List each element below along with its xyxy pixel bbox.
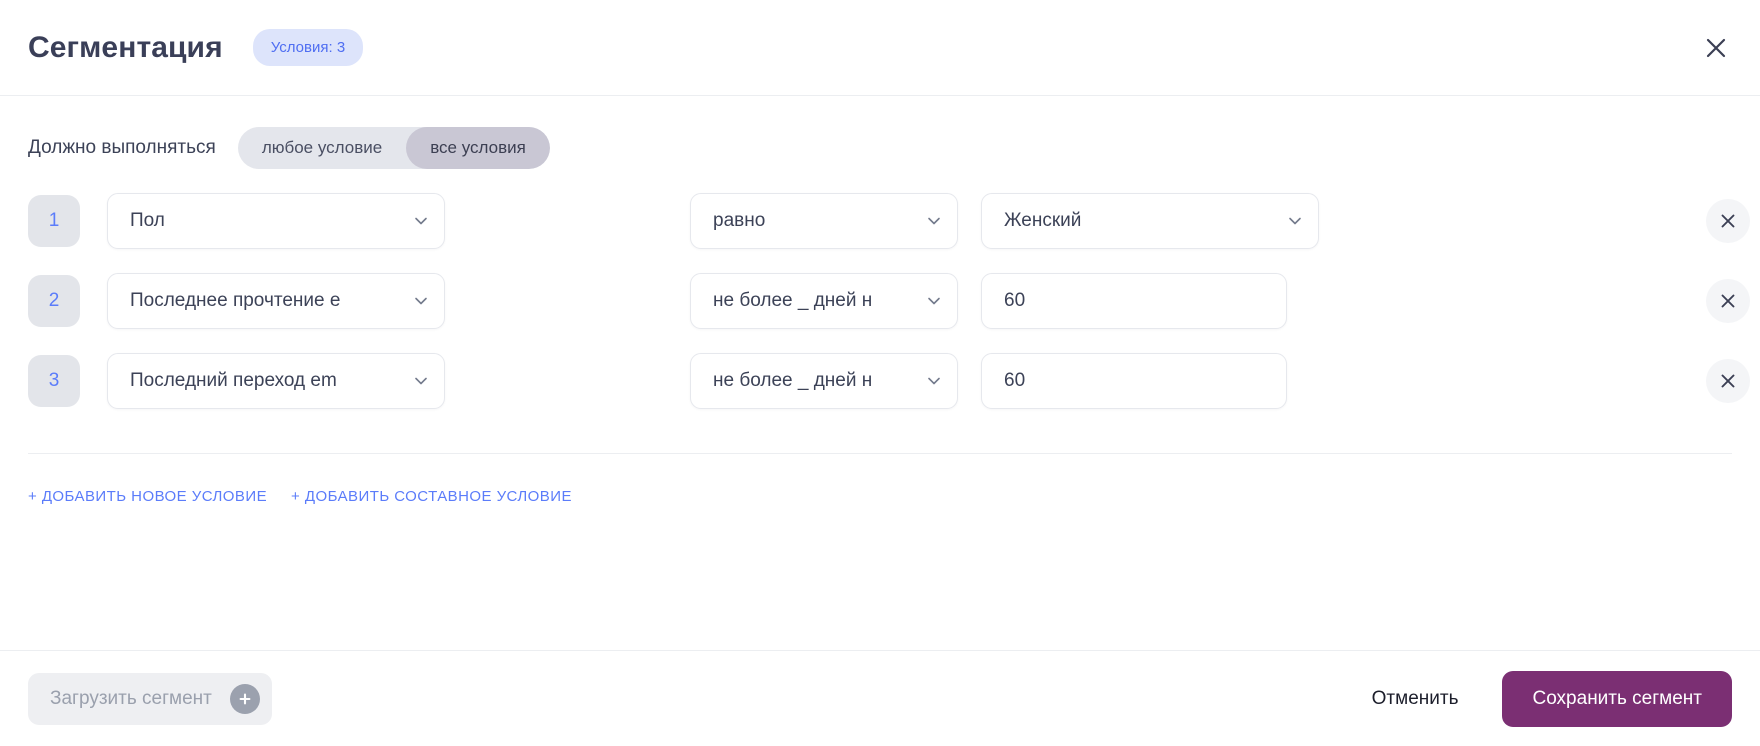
match-mode-toggle[interactable]: любое условие все условия: [237, 127, 550, 169]
close-icon[interactable]: [1696, 28, 1736, 68]
segmentation-modal: Сегментация Условия: 3 Должно выполнятьс…: [0, 0, 1760, 746]
condition-index: 3: [28, 355, 80, 407]
load-segment-button[interactable]: Загрузить сегмент: [28, 672, 272, 725]
condition-value-input[interactable]: 60: [981, 273, 1287, 329]
condition-index: 2: [28, 275, 80, 327]
chevron-down-icon: [925, 372, 943, 390]
modal-footer: Загрузить сегмент Отменить Сохранить сег…: [0, 650, 1760, 746]
condition-index: 1: [28, 195, 80, 247]
conditions-list: 1 Пол равно Женский 2 Последнее прочтени…: [28, 192, 1750, 410]
condition-attribute-value: Последний переход em: [130, 370, 337, 391]
conditions-count-badge: Условия: 3: [252, 29, 364, 66]
match-mode-option-any[interactable]: любое условие: [238, 127, 406, 169]
remove-condition-button[interactable]: [1706, 279, 1750, 323]
add-composite-condition-link[interactable]: + Добавить составное условие: [291, 488, 572, 505]
condition-operator-select[interactable]: не более _ дней н: [690, 353, 958, 409]
chevron-down-icon: [925, 212, 943, 230]
condition-value: 60: [1004, 370, 1026, 391]
plus-icon: [229, 683, 260, 714]
condition-attribute-select[interactable]: Последнее прочтение е: [107, 273, 445, 329]
modal-body: Должно выполняться любое условие все усл…: [0, 96, 1760, 650]
condition-attribute-select[interactable]: Последний переход em: [107, 353, 445, 409]
condition-operator-value: равно: [713, 210, 766, 231]
modal-header: Сегментация Условия: 3: [0, 0, 1760, 96]
load-segment-label: Загрузить сегмент: [50, 687, 212, 709]
chevron-down-icon: [412, 372, 430, 390]
add-new-condition-link[interactable]: + Добавить новое условие: [28, 488, 267, 505]
condition-operator-value: не более _ дней н: [713, 290, 873, 311]
chevron-down-icon: [412, 292, 430, 310]
condition-operator-select[interactable]: равно: [690, 193, 958, 249]
condition-attribute-select[interactable]: Пол: [107, 193, 445, 249]
condition-value-select[interactable]: Женский: [981, 193, 1319, 249]
condition-value: Женский: [1004, 210, 1082, 231]
match-mode-label: Должно выполняться: [28, 137, 216, 158]
cancel-button[interactable]: Отменить: [1354, 676, 1477, 722]
remove-condition-button[interactable]: [1706, 199, 1750, 243]
condition-row: 3 Последний переход em не более _ дней н: [28, 352, 1750, 410]
chevron-down-icon: [925, 292, 943, 310]
footer-actions: Отменить Сохранить сегмент: [1354, 670, 1732, 727]
save-segment-button[interactable]: Сохранить сегмент: [1502, 670, 1732, 727]
remove-condition-button[interactable]: [1706, 359, 1750, 403]
add-condition-links: + Добавить новое условие + Добавить сост…: [28, 454, 1732, 505]
condition-value-input[interactable]: 60: [981, 353, 1287, 409]
match-mode-row: Должно выполняться любое условие все усл…: [28, 96, 1732, 192]
chevron-down-icon: [1286, 212, 1304, 230]
condition-row: 2 Последнее прочтение е не более _ дней …: [28, 272, 1750, 330]
chevron-down-icon: [412, 212, 430, 230]
condition-attribute-value: Пол: [130, 210, 165, 231]
condition-row: 1 Пол равно Женский: [28, 192, 1750, 250]
condition-operator-select[interactable]: не более _ дней н: [690, 273, 958, 329]
condition-value: 60: [1004, 290, 1026, 311]
page-title: Сегментация: [28, 30, 223, 64]
condition-operator-value: не более _ дней н: [713, 370, 873, 391]
condition-attribute-value: Последнее прочтение е: [130, 290, 341, 311]
match-mode-option-all[interactable]: все условия: [406, 127, 550, 169]
